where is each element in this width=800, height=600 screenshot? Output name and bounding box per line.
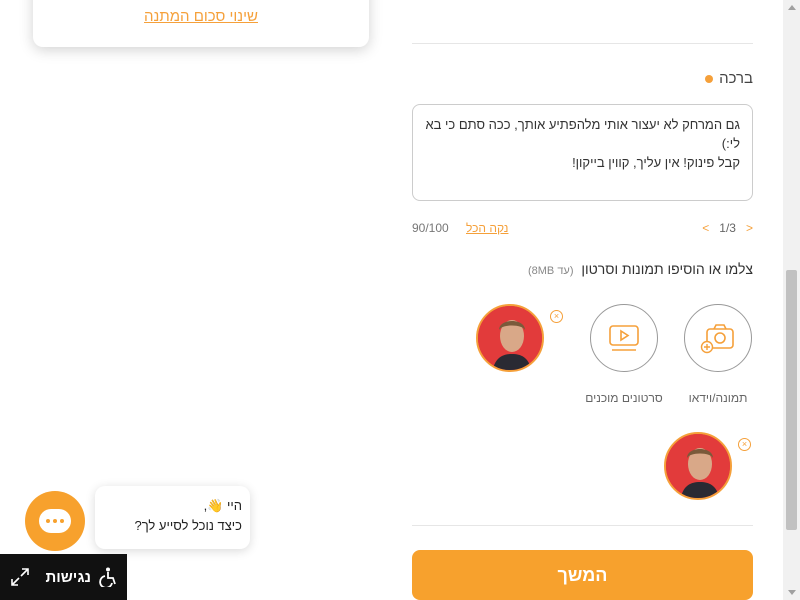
greeting-pager: < 1/3 > <box>702 221 753 235</box>
greeting-textarea[interactable]: גם המרחק לא יעצור אותי מלהפתיע אותך, ככה… <box>412 104 753 201</box>
pager-next-arrow[interactable]: > <box>746 221 753 235</box>
scroll-up-arrow-icon[interactable] <box>788 5 796 10</box>
change-gift-amount-link[interactable]: שינוי סכום המתנה <box>33 8 369 25</box>
ready-videos-label: סרטונים מוכנים <box>585 391 663 405</box>
portrait-image <box>666 434 730 498</box>
media-title-text: צלמו או הוסיפו תמונות וסרטון <box>581 261 753 277</box>
wheelchair-icon <box>99 567 116 587</box>
add-photo-video-button[interactable] <box>684 304 752 372</box>
chat-welcome-message[interactable]: היי 👋, כיצד נוכל לסייע לך? <box>95 486 250 549</box>
chat-question-line: כיצד נוכל לסייע לך? <box>134 518 243 533</box>
camera-plus-icon <box>700 324 734 354</box>
uploaded-photo-thumbnail[interactable] <box>476 304 544 372</box>
chat-launcher-button[interactable] <box>25 491 85 551</box>
uploaded-photo-thumbnail[interactable] <box>664 432 732 500</box>
continue-button[interactable]: המשך <box>412 550 753 600</box>
greeting-text-line: קבל פינוק! אין עליך, קווין בייקון! <box>572 155 740 170</box>
clear-all-link[interactable]: נקה הכל <box>466 221 508 235</box>
add-photo-video-label: תמונה/וידאו <box>688 391 748 405</box>
scroll-down-arrow-icon[interactable] <box>788 590 796 595</box>
expand-icon <box>11 568 29 586</box>
gift-amount-card: שינוי סכום המתנה <box>33 0 369 47</box>
greeting-label: ברכה <box>719 70 753 87</box>
portrait-image <box>478 306 542 370</box>
divider <box>412 525 753 526</box>
char-counter: 90/100 <box>412 221 449 235</box>
media-size-hint: (עד 8MB) <box>527 265 574 277</box>
scrollbar-thumb[interactable] <box>786 270 797 530</box>
ready-videos-button[interactable] <box>590 304 658 372</box>
greeting-label-row: ברכה <box>705 70 753 87</box>
required-dot-icon <box>705 74 714 83</box>
accessibility-label: נגישות <box>45 568 91 586</box>
pager-prev-arrow[interactable]: < <box>702 221 709 235</box>
greeting-text-line: לי:) <box>721 136 740 151</box>
media-upload-title: צלמו או הוסיפו תמונות וסרטון (עד 8MB) <box>528 261 753 277</box>
greeting-text-line: גם המרחק לא יעצור אותי מלהפתיע אותך, ככה… <box>425 117 740 132</box>
page-scrollbar[interactable] <box>783 0 800 600</box>
accessibility-button[interactable]: נגישות <box>0 554 127 600</box>
chat-dots-icon <box>39 509 71 533</box>
divider <box>412 43 753 44</box>
video-play-icon <box>609 325 639 351</box>
chat-greeting-line: היי 👋, <box>203 498 242 513</box>
remove-photo-button[interactable]: × <box>738 438 751 451</box>
remove-photo-button[interactable]: × <box>550 310 563 323</box>
pager-current: 1/3 <box>719 221 736 235</box>
